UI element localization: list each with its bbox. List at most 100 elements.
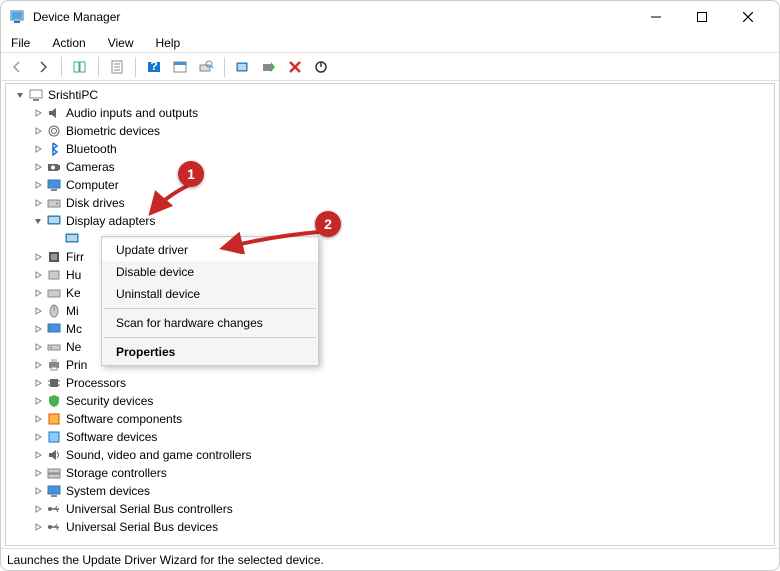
expand-icon[interactable] [30,339,46,355]
expand-icon[interactable] [30,483,46,499]
toolbar-separator [98,57,99,77]
ctx-scan[interactable]: Scan for hardware changes [102,312,318,334]
tree-item-label: Universal Serial Bus controllers [66,502,233,516]
expand-icon[interactable] [30,411,46,427]
action-button[interactable] [168,55,192,79]
tree-item[interactable]: Universal Serial Bus controllers [6,500,774,518]
tree-item-label: Storage controllers [66,466,167,480]
svg-text:?: ? [150,59,157,73]
titlebar: Device Manager [1,1,779,33]
category-icon [46,123,62,139]
tree-item-label: Bluetooth [66,142,117,156]
expand-icon[interactable] [30,159,46,175]
tree-item[interactable]: Cameras [6,158,774,176]
tree-item-label: Audio inputs and outputs [66,106,198,120]
callout-1: 1 [178,161,204,187]
tree-item-label: Prin [66,358,87,372]
tree-item-label: Hu [66,268,81,282]
expand-icon[interactable] [30,213,46,229]
category-icon [46,141,62,157]
tree-item[interactable]: Computer [6,176,774,194]
tree-item[interactable]: Bluetooth [6,140,774,158]
category-icon [46,483,62,499]
tree-item[interactable]: Software devices [6,428,774,446]
expand-icon[interactable] [30,501,46,517]
tree-root-label: SrishtiPC [48,88,98,102]
category-icon [46,285,62,301]
uninstall-button[interactable] [283,55,307,79]
help-button[interactable]: ? [142,55,166,79]
tree-item-label: Ne [66,340,81,354]
ctx-uninstall-device[interactable]: Uninstall device [102,283,318,305]
properties-button[interactable] [105,55,129,79]
tree-item[interactable]: Processors [6,374,774,392]
expand-icon[interactable] [30,249,46,265]
expand-icon[interactable] [30,285,46,301]
tree-item[interactable]: Disk drives [6,194,774,212]
expand-icon[interactable] [30,105,46,121]
forward-button[interactable] [31,55,55,79]
expand-icon[interactable] [30,429,46,445]
expand-icon[interactable] [30,465,46,481]
category-icon [46,465,62,481]
status-text: Launches the Update Driver Wizard for th… [7,553,324,567]
statusbar: Launches the Update Driver Wizard for th… [1,548,779,570]
update-driver-button[interactable] [231,55,255,79]
expand-icon[interactable] [30,123,46,139]
category-icon [46,159,62,175]
window-title: Device Manager [33,10,633,24]
expand-icon[interactable] [30,447,46,463]
disable-device-button[interactable] [309,55,333,79]
tree-root[interactable]: SrishtiPC [6,86,774,104]
tree-item[interactable]: Universal Serial Bus devices [6,518,774,536]
menu-file[interactable]: File [7,34,34,52]
expand-icon[interactable] [30,267,46,283]
tree-item[interactable]: Biometric devices [6,122,774,140]
tree-item-label: Disk drives [66,196,125,210]
tree-item-label: Sound, video and game controllers [66,448,251,462]
toolbar-separator [224,57,225,77]
ctx-separator [104,337,316,338]
tree-item[interactable]: Display adapters [6,212,774,230]
tree-item[interactable]: Security devices [6,392,774,410]
category-icon [46,339,62,355]
scan-hardware-button[interactable] [194,55,218,79]
menubar: File Action View Help [1,33,779,53]
ctx-update-driver[interactable]: Update driver [102,239,318,261]
category-icon [46,213,62,229]
menu-action[interactable]: Action [48,34,89,52]
expand-icon[interactable] [30,195,46,211]
toolbar-separator [135,57,136,77]
show-hide-console-button[interactable] [68,55,92,79]
tree-item[interactable]: Storage controllers [6,464,774,482]
minimize-button[interactable] [633,1,679,33]
expand-icon[interactable] [30,321,46,337]
close-button[interactable] [725,1,771,33]
expand-icon[interactable] [30,177,46,193]
menu-view[interactable]: View [104,34,138,52]
ctx-properties[interactable]: Properties [102,341,318,363]
ctx-disable-device[interactable]: Disable device [102,261,318,283]
maximize-button[interactable] [679,1,725,33]
tree-item-label: Mi [66,304,79,318]
computer-icon [28,87,44,103]
category-icon [46,519,62,535]
enable-device-button[interactable] [257,55,281,79]
collapse-icon[interactable] [12,87,28,103]
tree-item[interactable]: Sound, video and game controllers [6,446,774,464]
expand-icon[interactable] [30,375,46,391]
expand-icon[interactable] [30,393,46,409]
expand-icon[interactable] [30,357,46,373]
back-button[interactable] [5,55,29,79]
category-icon [46,501,62,517]
menu-help[interactable]: Help [152,34,185,52]
callout-2: 2 [315,211,341,237]
tree-item[interactable]: Audio inputs and outputs [6,104,774,122]
tree-item[interactable]: System devices [6,482,774,500]
category-icon [46,195,62,211]
expand-icon[interactable] [30,519,46,535]
expand-icon[interactable] [30,141,46,157]
tree-item-label: System devices [66,484,150,498]
expand-icon[interactable] [30,303,46,319]
tree-item[interactable]: Software components [6,410,774,428]
